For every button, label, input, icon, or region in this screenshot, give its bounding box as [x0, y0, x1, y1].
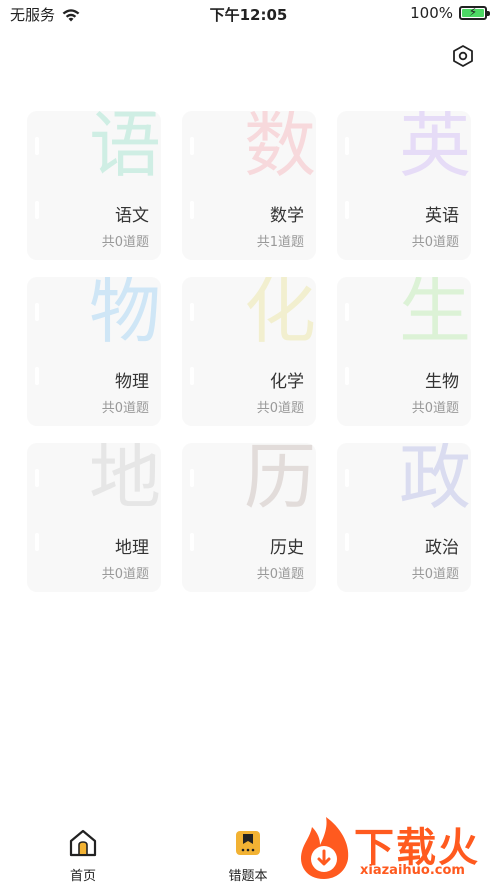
- flame-logo-icon: [300, 817, 349, 879]
- subject-card-english[interactable]: 英 英语 共0道题: [337, 111, 471, 260]
- subject-watermark: 英: [398, 111, 471, 187]
- subject-card-biology[interactable]: 生 生物 共0道题: [337, 277, 471, 426]
- subject-card-geography[interactable]: 地 地理 共0道题: [27, 443, 161, 592]
- brand-watermark: 下载火 xiazaihuo.com: [292, 813, 497, 883]
- subject-count: 共0道题: [411, 567, 459, 582]
- subject-count: 共0道题: [411, 235, 459, 250]
- tab-home[interactable]: 首页: [43, 828, 123, 884]
- subject-grid: 语 语文 共0道题 数 数学 共1道题 英 英语 共0道题 物 物理 共0道题 …: [27, 111, 471, 592]
- home-icon: [69, 829, 97, 857]
- subject-count: 共0道题: [101, 567, 149, 582]
- settings-icon[interactable]: [451, 44, 475, 68]
- brand-url: xiazaihuo.com: [360, 863, 465, 878]
- subject-name: 数学: [270, 206, 304, 226]
- tab-home-label: 首页: [69, 869, 96, 884]
- subject-card-politics[interactable]: 政 政治 共0道题: [337, 443, 471, 592]
- battery-icon: ⚡: [459, 5, 490, 20]
- subject-watermark: 政: [398, 443, 471, 519]
- subject-card-chinese[interactable]: 语 语文 共0道题: [27, 111, 161, 260]
- subject-name: 政治: [425, 538, 459, 558]
- subject-name: 化学: [270, 372, 304, 392]
- tab-wrong-book-label: 错题本: [228, 869, 268, 884]
- subject-watermark: 生: [398, 277, 471, 353]
- subject-card-history[interactable]: 历 历史 共0道题: [182, 443, 316, 592]
- tab-wrong-book[interactable]: 错题本: [208, 828, 288, 884]
- subject-count: 共0道题: [411, 401, 459, 416]
- subject-count: 共0道题: [256, 401, 304, 416]
- subject-name: 语文: [115, 206, 149, 226]
- battery-percent: 100%: [410, 4, 453, 22]
- subject-name: 历史: [270, 538, 304, 558]
- subject-name: 物理: [115, 372, 149, 392]
- subject-card-math[interactable]: 数 数学 共1道题: [182, 111, 316, 260]
- subject-watermark: 数: [243, 111, 316, 187]
- subject-watermark: 化: [243, 277, 316, 353]
- subject-count: 共0道题: [256, 567, 304, 582]
- status-bar: 无服务 下午12:05 100% ⚡: [0, 0, 497, 28]
- subject-count: 共0道题: [101, 401, 149, 416]
- status-right: 100% ⚡: [410, 4, 490, 22]
- subject-name: 生物: [425, 372, 459, 392]
- subject-card-physics[interactable]: 物 物理 共0道题: [27, 277, 161, 426]
- subject-watermark: 物: [88, 277, 161, 353]
- subject-name: 英语: [425, 206, 459, 226]
- subject-count: 共0道题: [101, 235, 149, 250]
- subject-card-chemistry[interactable]: 化 化学 共0道题: [182, 277, 316, 426]
- subject-name: 地理: [115, 538, 149, 558]
- notebook-icon: [236, 831, 260, 855]
- subject-watermark: 地: [88, 443, 161, 519]
- subject-watermark: 语: [88, 111, 161, 187]
- subject-watermark: 历: [243, 443, 316, 519]
- subject-count: 共1道题: [256, 235, 304, 250]
